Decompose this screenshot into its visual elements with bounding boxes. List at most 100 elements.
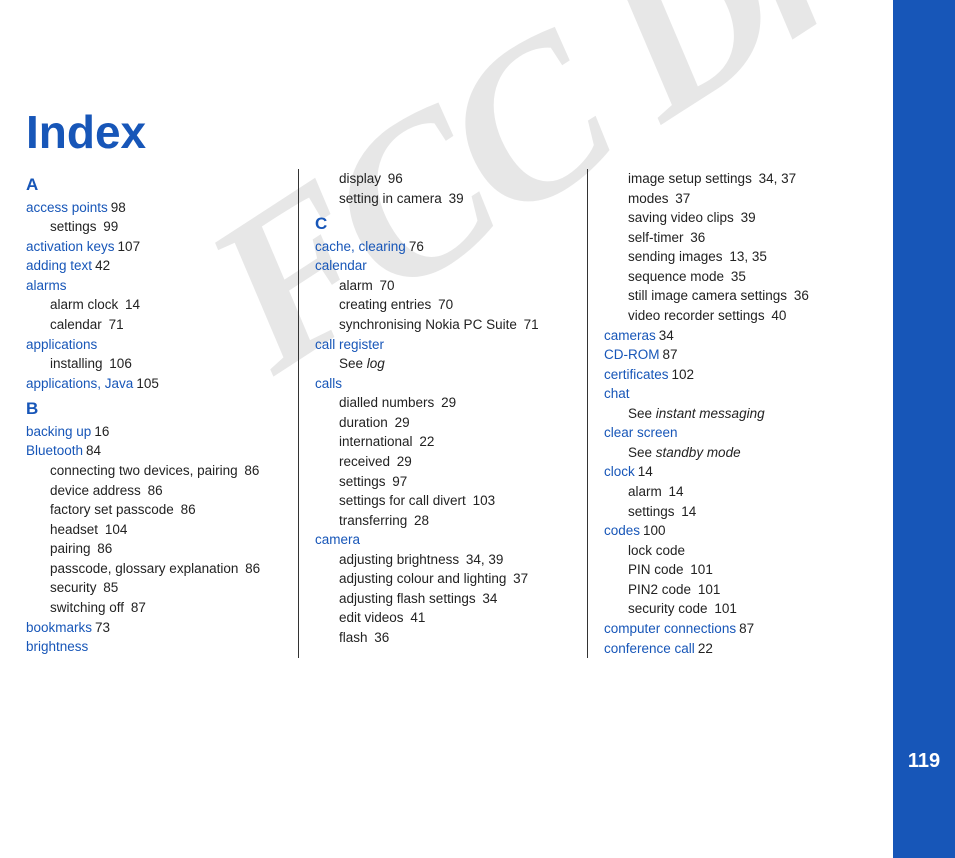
term[interactable]: activation keys bbox=[26, 239, 115, 254]
page-ref: 84 bbox=[86, 443, 101, 458]
term[interactable]: backing up bbox=[26, 424, 91, 439]
term[interactable]: clock bbox=[604, 464, 635, 479]
term[interactable]: bookmarks bbox=[26, 620, 92, 635]
see-ref: See bbox=[628, 445, 656, 460]
index-subentry: edit videos 41 bbox=[339, 608, 577, 628]
subterm: duration bbox=[339, 415, 388, 430]
index-entry: conference call22 bbox=[604, 639, 866, 659]
subterm: self-timer bbox=[628, 230, 684, 245]
page-ref: 101 bbox=[690, 562, 713, 577]
subterm: lock code bbox=[628, 543, 685, 558]
page-ref: 70 bbox=[438, 297, 453, 312]
index-entry: backing up16 bbox=[26, 422, 288, 442]
index-subentry: pairing 86 bbox=[50, 539, 288, 559]
subterm: alarm bbox=[339, 278, 373, 293]
page-ref: 86 bbox=[148, 483, 163, 498]
page-ref: 39 bbox=[741, 210, 756, 225]
term[interactable]: cache, clearing bbox=[315, 239, 406, 254]
index-letter-a: A bbox=[26, 173, 288, 198]
index-subentry: See instant messaging bbox=[628, 404, 866, 424]
see-ref: See bbox=[339, 356, 367, 371]
index-title: Index bbox=[26, 105, 876, 159]
index-entry: bookmarks73 bbox=[26, 618, 288, 638]
subterm: modes bbox=[628, 191, 669, 206]
index-entry: applications bbox=[26, 335, 288, 355]
index-subentry: switching off 87 bbox=[50, 598, 288, 618]
index-entry: applications, Java105 bbox=[26, 374, 288, 394]
index-subentry: dialled numbers 29 bbox=[339, 393, 577, 413]
subterm: video recorder settings bbox=[628, 308, 765, 323]
term[interactable]: calendar bbox=[315, 258, 367, 273]
subterm: device address bbox=[50, 483, 141, 498]
page-ref: 14 bbox=[638, 464, 653, 479]
index-subentry: setting in camera 39 bbox=[339, 189, 577, 209]
index-entry: call register bbox=[315, 335, 577, 355]
page-ref: 36 bbox=[374, 630, 389, 645]
index-subentry: synchronising Nokia PC Suite 71 bbox=[339, 315, 577, 335]
term[interactable]: call register bbox=[315, 337, 384, 352]
page-ref: 37 bbox=[675, 191, 690, 206]
index-subentry: duration 29 bbox=[339, 413, 577, 433]
index-entry: adding text42 bbox=[26, 256, 288, 276]
index-entry: Bluetooth84 bbox=[26, 441, 288, 461]
term[interactable]: access points bbox=[26, 200, 108, 215]
term[interactable]: codes bbox=[604, 523, 640, 538]
index-subentry: alarm 70 bbox=[339, 276, 577, 296]
subterm: transferring bbox=[339, 513, 407, 528]
term[interactable]: chat bbox=[604, 386, 630, 401]
page-ref: 71 bbox=[524, 317, 539, 332]
term[interactable]: camera bbox=[315, 532, 360, 547]
subterm: PIN2 code bbox=[628, 582, 691, 597]
subterm: setting in camera bbox=[339, 191, 442, 206]
page-ref: 29 bbox=[397, 454, 412, 469]
subterm: settings bbox=[628, 504, 675, 519]
term[interactable]: applications bbox=[26, 337, 97, 352]
page-ref: 29 bbox=[395, 415, 410, 430]
index-columns: A access points98 settings 99 activation… bbox=[26, 169, 876, 658]
term[interactable]: CD-ROM bbox=[604, 347, 660, 362]
term[interactable]: applications, Java bbox=[26, 376, 133, 391]
term[interactable]: computer connections bbox=[604, 621, 736, 636]
page-ref: 107 bbox=[118, 239, 141, 254]
page-ref: 98 bbox=[111, 200, 126, 215]
index-content: Index A access points98 settings 99 acti… bbox=[26, 105, 876, 658]
index-subentry: adjusting brightness 34, 39 bbox=[339, 550, 577, 570]
index-subentry: lock code bbox=[628, 541, 866, 561]
index-column-2: display 96 setting in camera 39 C cache,… bbox=[299, 169, 588, 658]
term[interactable]: clear screen bbox=[604, 425, 678, 440]
index-letter-c: C bbox=[315, 212, 577, 237]
index-subentry: passcode, glossary explanation 86 bbox=[50, 559, 288, 579]
subterm: factory set passcode bbox=[50, 502, 174, 517]
index-subentry: received 29 bbox=[339, 452, 577, 472]
page-ref: 76 bbox=[409, 239, 424, 254]
page-ref: 42 bbox=[95, 258, 110, 273]
subterm: alarm bbox=[628, 484, 662, 499]
term[interactable]: alarms bbox=[26, 278, 67, 293]
index-subentry: installing 106 bbox=[50, 354, 288, 374]
term[interactable]: adding text bbox=[26, 258, 92, 273]
index-subentry: connecting two devices, pairing 86 bbox=[50, 461, 288, 481]
term[interactable]: brightness bbox=[26, 639, 88, 654]
page-ref: 70 bbox=[380, 278, 395, 293]
subterm: passcode, glossary explanation bbox=[50, 561, 238, 576]
term[interactable]: cameras bbox=[604, 328, 656, 343]
index-subentry: display 96 bbox=[339, 169, 577, 189]
index-entry: access points98 bbox=[26, 198, 288, 218]
index-subentry: calendar 71 bbox=[50, 315, 288, 335]
page-ref: 34 bbox=[659, 328, 674, 343]
term[interactable]: Bluetooth bbox=[26, 443, 83, 458]
index-subentry: headset 104 bbox=[50, 520, 288, 540]
term[interactable]: certificates bbox=[604, 367, 669, 382]
index-subentry: transferring 28 bbox=[339, 511, 577, 531]
page-ref: 14 bbox=[681, 504, 696, 519]
term[interactable]: conference call bbox=[604, 641, 695, 656]
index-subentry: alarm 14 bbox=[628, 482, 866, 502]
subterm: pairing bbox=[50, 541, 91, 556]
page-ref: 86 bbox=[97, 541, 112, 556]
page-ref: 87 bbox=[131, 600, 146, 615]
index-subentry: sequence mode 35 bbox=[628, 267, 866, 287]
page-ref: 37 bbox=[513, 571, 528, 586]
term[interactable]: calls bbox=[315, 376, 342, 391]
page-ref: 36 bbox=[690, 230, 705, 245]
subterm: connecting two devices, pairing bbox=[50, 463, 238, 478]
